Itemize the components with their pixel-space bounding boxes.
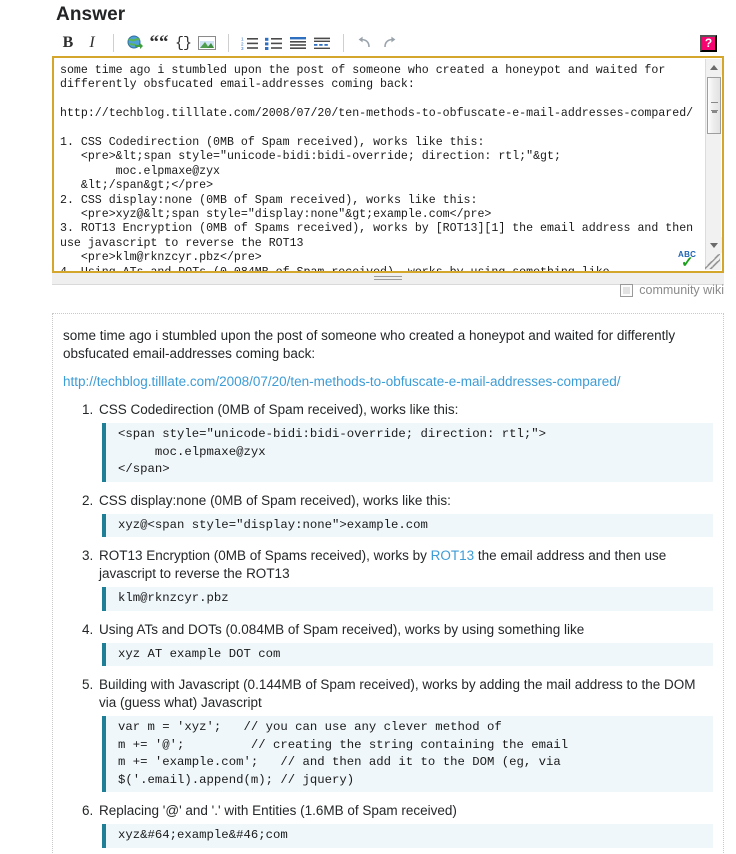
scroll-down-arrow-icon[interactable] — [706, 237, 722, 253]
code-block: var m = 'xyz'; // you can use any clever… — [102, 716, 713, 792]
quote-icon: ““ — [149, 32, 169, 54]
list-item-text: Building with Javascript (0.144MB of Spa… — [99, 677, 696, 710]
redo-button[interactable] — [377, 32, 401, 54]
textarea-resize-grip[interactable] — [705, 254, 720, 269]
list-item-text-before: ROT13 Encryption (0MB of Spams received)… — [99, 548, 431, 563]
redo-arrow-icon — [384, 36, 396, 48]
bulleted-list-icon — [265, 37, 282, 50]
blockquote-icon — [290, 37, 306, 49]
list-item: CSS Codedirection (0MB of Spam received)… — [97, 401, 713, 482]
list-item: ROT13 Encryption (0MB of Spams received)… — [97, 547, 713, 611]
preview-ordered-list: CSS Codedirection (0MB of Spam received)… — [63, 401, 713, 848]
svg-text:3: 3 — [241, 46, 244, 50]
markdown-editor: B I ““ {} 1 2 3 ? some time ago i stumbl… — [52, 30, 724, 273]
toolbar-separator-1 — [113, 34, 114, 52]
horizontal-rule-icon — [314, 37, 330, 49]
list-item: Using ATs and DOTs (0.084MB of Spam rece… — [97, 621, 713, 666]
hyperlink-button[interactable] — [123, 32, 147, 54]
code-button[interactable]: {} — [171, 32, 195, 54]
community-wiki-label: community wiki — [639, 283, 724, 297]
checkmark-icon: ✓ — [681, 254, 694, 271]
image-icon — [198, 36, 216, 50]
code-block: xyz&#64;example&#46;com — [102, 824, 713, 848]
textarea-scrollbar[interactable] — [705, 59, 722, 270]
scrollbar-thumb[interactable] — [707, 77, 721, 134]
image-button[interactable] — [195, 32, 219, 54]
markdown-textarea[interactable]: some time ago i stumbled upon the post o… — [54, 58, 705, 271]
resize-handle-icon — [374, 276, 402, 282]
bold-button[interactable]: B — [56, 32, 80, 54]
italic-button[interactable]: I — [80, 32, 104, 54]
toolbar-separator-2 — [228, 34, 229, 52]
editor-toolbar: B I ““ {} 1 2 3 ? — [52, 30, 724, 58]
list-item: CSS display:none (0MB of Spam received),… — [97, 492, 713, 537]
code-braces-icon: {} — [174, 34, 192, 52]
undo-arrow-icon — [358, 36, 370, 48]
scroll-up-arrow-icon[interactable] — [706, 59, 722, 75]
community-wiki-checkbox[interactable] — [620, 283, 634, 297]
undo-button[interactable] — [353, 32, 377, 54]
page-title: Answer — [56, 4, 126, 25]
numbered-list-button[interactable]: 1 2 3 — [238, 32, 262, 54]
horizontal-rule-button[interactable] — [310, 32, 334, 54]
code-block: klm@rknzcyr.pbz — [102, 587, 713, 611]
list-item-text: CSS display:none (0MB of Spam received),… — [99, 492, 451, 508]
spellcheck-indicator: ABC ✓ — [678, 250, 700, 271]
list-item: Replacing '@' and '.' with Entities (1.6… — [97, 802, 713, 848]
preview-intro-paragraph: some time ago i stumbled upon the post o… — [63, 328, 676, 361]
list-item: Building with Javascript (0.144MB of Spa… — [97, 676, 713, 792]
globe-link-icon — [127, 35, 143, 49]
list-item-text: CSS Codedirection (0MB of Spam received)… — [99, 402, 459, 417]
bulleted-list-button[interactable] — [262, 32, 286, 54]
code-block: <span style="unicode-bidi:bidi-override;… — [102, 423, 713, 482]
numbered-list-icon: 1 2 3 — [241, 37, 258, 50]
list-item-text: Replacing '@' and '.' with Entities (1.6… — [99, 803, 457, 818]
list-item-text: Using ATs and DOTs (0.084MB of Spam rece… — [99, 621, 585, 637]
code-block: xyz@<span style="display:none">example.c… — [102, 513, 713, 537]
source-article-link[interactable]: http://techblog.tilllate.com/2008/07/20/… — [63, 374, 621, 389]
answer-editor-page: Answer B I ““ {} 1 2 3 ? some time ago i… — [0, 0, 736, 854]
markdown-textarea-wrapper[interactable]: some time ago i stumbled upon the post o… — [52, 58, 724, 273]
blockquote-quote-button[interactable]: ““ — [147, 32, 171, 54]
code-block: xyz AT example DOT com — [102, 642, 713, 666]
preview-link-paragraph: http://techblog.tilllate.com/2008/07/20/… — [63, 373, 713, 391]
help-button[interactable]: ? — [700, 34, 717, 52]
community-wiki-toggle[interactable]: community wiki — [620, 283, 724, 297]
blockquote-button[interactable] — [286, 32, 310, 54]
toolbar-separator-3 — [343, 34, 344, 52]
markdown-preview: some time ago i stumbled upon the post o… — [52, 313, 724, 854]
rot13-link[interactable]: ROT13 — [431, 548, 475, 563]
